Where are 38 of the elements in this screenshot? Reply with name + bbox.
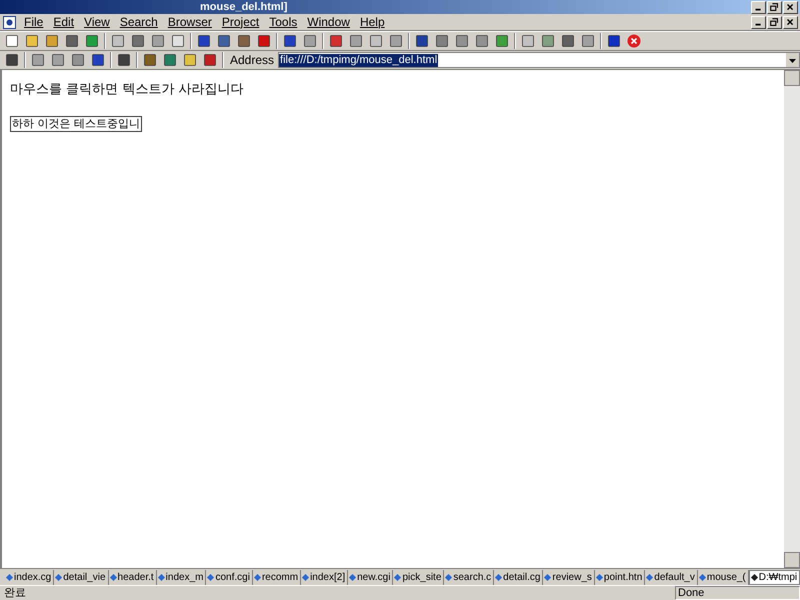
vertical-scrollbar[interactable] — [784, 70, 800, 568]
app-icon[interactable] — [3, 16, 16, 28]
address-field[interactable]: file:///D:/tmpimg/mouse_del.html — [278, 52, 800, 68]
menu-item[interactable]: Tools — [264, 13, 302, 31]
menu-item[interactable]: Help — [354, 13, 390, 31]
menu-item[interactable]: Search — [114, 13, 163, 31]
document-tab[interactable]: D:₩tmpi — [748, 570, 800, 584]
menu-item[interactable]: Window — [302, 13, 355, 31]
menu-item[interactable]: Browser — [162, 13, 217, 31]
document-tab[interactable]: default_v — [645, 570, 698, 584]
address-value: file:///D:/tmpimg/mouse_del.html — [279, 54, 438, 66]
page-heading: 마우스를 클릭하면 텍스트가 사라집니다 — [10, 81, 244, 99]
document-tab[interactable]: recomm — [252, 570, 302, 584]
document-tab[interactable]: detail.cg — [494, 570, 544, 584]
document-tab[interactable]: search.c — [444, 570, 494, 584]
document-tab[interactable]: detail_vie — [54, 570, 109, 584]
menu-item[interactable]: Edit — [48, 13, 80, 31]
status-text: 완료 — [3, 584, 27, 600]
text-input-field[interactable]: 하하 이것은 테스트중입니 — [10, 116, 142, 132]
menu-item[interactable]: File — [19, 13, 48, 31]
address-label: Address — [229, 52, 276, 69]
restore-icon[interactable] — [767, 16, 782, 28]
document-tab[interactable]: new.cgi — [348, 570, 394, 584]
menu-item[interactable]: Project — [216, 13, 264, 31]
document-tab[interactable]: point.htn — [594, 570, 646, 584]
window-title: mouse_del.html] — [199, 2, 288, 12]
document-tab[interactable]: index_m — [156, 570, 206, 584]
menu-item[interactable]: View — [79, 13, 115, 31]
minimize-icon[interactable] — [751, 0, 766, 14]
document-tab[interactable]: review_s — [543, 570, 595, 584]
document-tab[interactable]: index[2] — [301, 570, 348, 584]
minimize-icon[interactable] — [751, 16, 766, 28]
status-done: Done — [675, 586, 800, 600]
restore-icon[interactable] — [767, 0, 782, 14]
document-tab[interactable]: pick_site — [393, 570, 444, 584]
document-tab[interactable]: conf.cgi — [206, 570, 253, 584]
document-tab[interactable]: header.t — [108, 570, 157, 584]
document-tab[interactable]: index.cg — [5, 570, 54, 584]
